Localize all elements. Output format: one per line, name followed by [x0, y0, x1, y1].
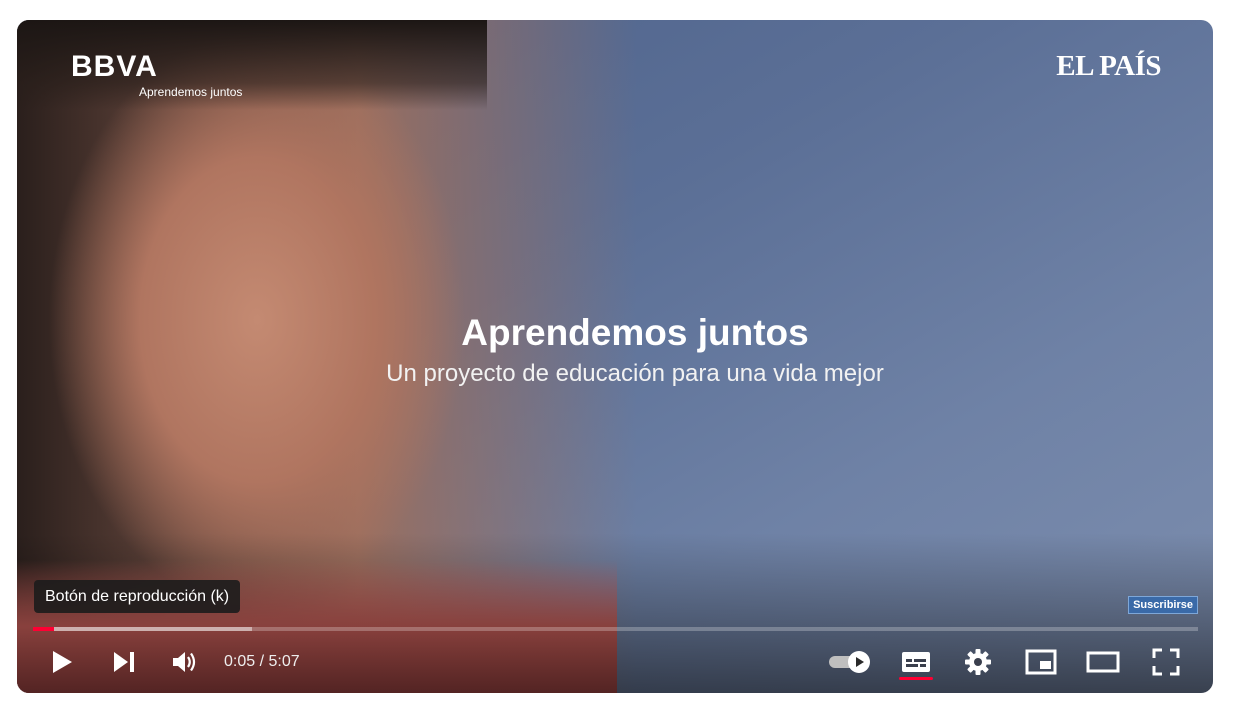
captions-active-indicator — [899, 677, 933, 680]
video-headline: Aprendemos juntos — [461, 312, 809, 353]
captions-icon — [902, 652, 930, 672]
gear-icon — [965, 649, 991, 675]
miniplayer-button[interactable] — [1017, 640, 1065, 684]
subscribe-watermark-button[interactable]: Suscribirse — [1128, 596, 1198, 614]
fullscreen-icon — [1152, 648, 1180, 676]
next-button[interactable] — [100, 640, 148, 684]
miniplayer-icon — [1025, 649, 1057, 675]
progress-played — [33, 627, 54, 631]
bbva-logo: BBVA — [71, 50, 158, 83]
progress-bar[interactable] — [33, 627, 1198, 631]
el-pais-logo: EL PAÍS — [1056, 50, 1161, 82]
time-display: 0:05 / 5:07 — [224, 653, 300, 670]
mute-button[interactable] — [161, 640, 209, 684]
autoplay-toggle-icon — [829, 651, 870, 673]
video-subheadline: Un proyecto de educación para una vida m… — [386, 360, 884, 387]
settings-button[interactable] — [954, 640, 1002, 684]
bbva-logo-tagline: Aprendemos juntos — [139, 85, 243, 99]
next-icon — [114, 652, 134, 672]
video-player[interactable]: BBVA Aprendemos juntos EL PAÍS Aprendemo… — [17, 20, 1213, 693]
play-button[interactable] — [38, 640, 86, 684]
progress-buffered — [33, 627, 253, 631]
theater-mode-icon — [1086, 651, 1120, 673]
player-controls: 0:05 / 5:07 — [17, 640, 1213, 688]
play-button-tooltip: Botón de reproducción (k) — [34, 580, 241, 613]
autoplay-toggle[interactable] — [825, 640, 875, 684]
fullscreen-button[interactable] — [1142, 640, 1190, 684]
volume-icon — [173, 652, 196, 672]
play-icon — [53, 651, 72, 673]
theater-mode-button[interactable] — [1079, 640, 1127, 684]
